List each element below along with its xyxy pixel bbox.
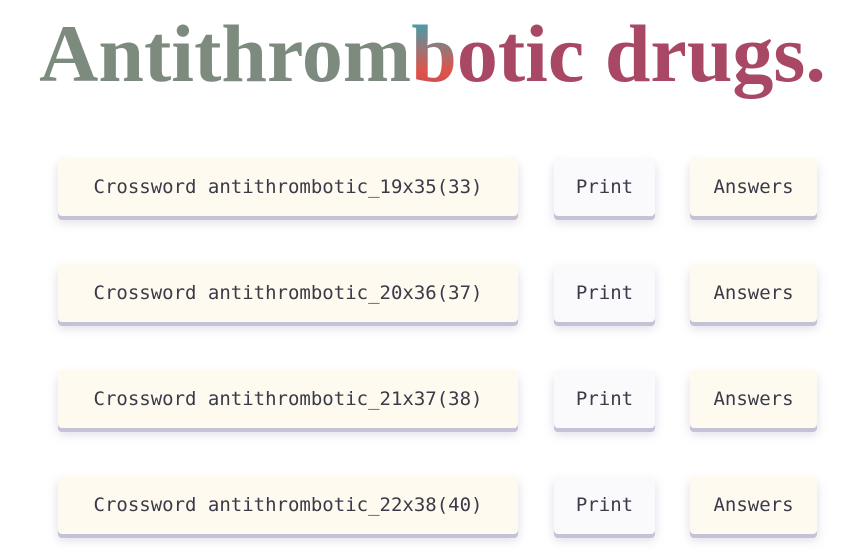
page: Antithrombotic drugs. Crossword antithro…: [0, 0, 865, 558]
print-button[interactable]: Print: [554, 264, 655, 322]
page-title-part1: Antithrom: [39, 8, 412, 99]
crossword-button[interactable]: Crossword antithrombotic_20x36(37): [58, 264, 518, 322]
answers-button[interactable]: Answers: [690, 476, 817, 534]
print-button[interactable]: Print: [554, 370, 655, 428]
page-title: Antithrombotic drugs.: [0, 6, 865, 102]
crossword-button[interactable]: Crossword antithrombotic_22x38(40): [58, 476, 518, 534]
crossword-button[interactable]: Crossword antithrombotic_21x37(38): [58, 370, 518, 428]
crossword-row: Crossword antithrombotic_20x36(37) Print…: [0, 264, 865, 324]
answers-button[interactable]: Answers: [690, 370, 817, 428]
print-button[interactable]: Print: [554, 158, 655, 216]
crossword-row: Crossword antithrombotic_22x38(40) Print…: [0, 476, 865, 536]
crossword-row: Crossword antithrombotic_21x37(38) Print…: [0, 370, 865, 430]
page-title-part2: b: [411, 8, 457, 99]
page-title-part3: otic drugs.: [456, 8, 826, 99]
answers-button[interactable]: Answers: [690, 158, 817, 216]
crossword-row: Crossword antithrombotic_19x35(33) Print…: [0, 158, 865, 218]
answers-button[interactable]: Answers: [690, 264, 817, 322]
print-button[interactable]: Print: [554, 476, 655, 534]
crossword-button[interactable]: Crossword antithrombotic_19x35(33): [58, 158, 518, 216]
